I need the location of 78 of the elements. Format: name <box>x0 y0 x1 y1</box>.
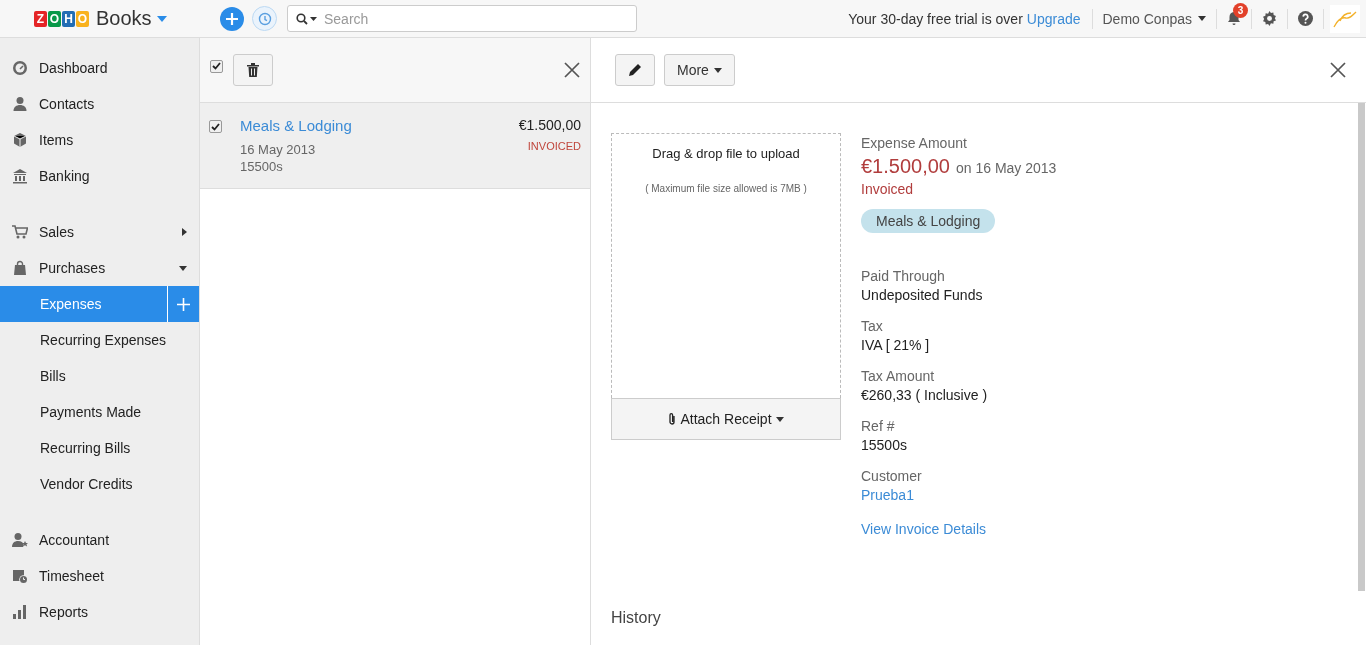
view-invoice-link[interactable]: View Invoice Details <box>861 521 1057 537</box>
pencil-icon <box>628 63 642 77</box>
logo-letter-tile: O <box>48 10 61 27</box>
notification-count-badge: 3 <box>1233 3 1248 18</box>
field-label: Paid Through <box>861 268 946 284</box>
caret-down-icon[interactable] <box>179 265 187 271</box>
field-value: Undeposited Funds <box>861 287 984 303</box>
caret-down-icon <box>713 67 722 73</box>
sidebar-subitem[interactable]: Payments Made <box>0 394 199 430</box>
sidebar-item[interactable]: Items <box>0 122 199 158</box>
logo-letter-tile: Z <box>34 10 47 27</box>
expense-date: on 16 May 2013 <box>956 160 1057 176</box>
search-icon[interactable] <box>296 12 318 25</box>
drop-zone-title: Drag & drop file to upload <box>652 146 800 161</box>
expense-date: 16 May 2013 <box>240 141 317 158</box>
nav-icon <box>12 224 28 240</box>
expense-amount: €1.500,00 <box>518 117 581 133</box>
history-heading: History <box>611 609 662 627</box>
field-label: Ref # <box>861 418 896 434</box>
logo-letter-tile: H <box>62 10 75 27</box>
edit-button[interactable] <box>615 54 655 86</box>
sidebar-item[interactable]: Accountant <box>0 522 199 558</box>
status-label: INVOICED <box>527 140 581 152</box>
field-label: Customer <box>861 468 923 484</box>
row-checkbox[interactable] <box>209 120 222 133</box>
plus-icon <box>177 297 190 311</box>
delete-button[interactable] <box>233 54 273 86</box>
add-button[interactable] <box>220 6 244 31</box>
expense-reference: 15500s <box>240 158 284 175</box>
expense-row[interactable]: Meals & Lodging 16 May 2013 15500s €1.500,00 INVOICED <box>200 103 590 189</box>
field-label: Expense Amount <box>861 135 968 151</box>
sidebar-item[interactable]: Timesheet <box>0 558 199 594</box>
more-button[interactable]: More <box>664 54 735 86</box>
status-label: Invoiced <box>861 181 915 197</box>
sidebar-item[interactable]: Reports <box>0 594 199 630</box>
sidebar-item[interactable]: Contacts <box>0 86 199 122</box>
plus-icon <box>225 11 239 26</box>
sidebar-item[interactable]: Sales <box>0 214 199 250</box>
field-label: Tax <box>861 318 884 334</box>
field-value-link[interactable]: Prueba1 <box>861 487 1057 503</box>
logo-letter-tile: O <box>76 10 89 27</box>
sidebar-subitem[interactable]: Vendor Credits <box>0 466 199 502</box>
close-icon[interactable] <box>564 62 580 78</box>
field-value: €260,33 ( Inclusive ) <box>861 387 989 403</box>
sidebar-item[interactable]: Dashboard <box>0 50 199 86</box>
trial-notice: Your 30-day free trial is over <box>848 10 1023 27</box>
nav-icon <box>12 532 28 548</box>
nav-icon <box>12 168 28 184</box>
file-size-hint: ( Maximum file size allowed is 7MB ) <box>645 183 807 194</box>
organization-menu[interactable]: Demo Conpas <box>1092 10 1216 27</box>
nav-icon <box>12 96 28 112</box>
trash-icon <box>247 63 259 77</box>
expense-amount: €1.500,00 <box>861 155 950 178</box>
category-tag: Meals & Lodging <box>861 209 996 233</box>
caret-down-icon <box>1198 16 1206 21</box>
scrollbar[interactable] <box>1358 103 1365 591</box>
sidebar-subitem[interactable]: Recurring Expenses <box>0 322 199 358</box>
select-all-checkbox[interactable] <box>210 59 223 73</box>
sidebar-item[interactable]: Purchases <box>0 250 199 286</box>
caret-right-icon[interactable] <box>182 228 187 236</box>
search-field[interactable]: Search <box>287 5 637 32</box>
product-name: Books <box>96 7 152 30</box>
field-value: 15500s <box>861 437 908 453</box>
nav-icon <box>12 604 28 620</box>
sidebar-item[interactable]: Banking <box>0 158 199 194</box>
nav-icon <box>12 60 28 76</box>
caret-icon[interactable] <box>156 15 167 22</box>
nav-icon <box>12 132 28 148</box>
sidebar-subitem[interactable]: Bills <box>0 358 199 394</box>
field-label: Tax Amount <box>861 368 936 384</box>
paperclip-icon <box>668 412 677 426</box>
caret-down-icon <box>775 416 784 422</box>
close-icon[interactable] <box>1330 62 1346 78</box>
field-value: IVA [ 21% ] <box>861 337 931 353</box>
attach-receipt-button[interactable]: Attach Receipt <box>611 398 841 440</box>
nav-icon <box>12 260 28 276</box>
nav-icon <box>12 568 28 584</box>
sidebar-subitem[interactable]: Recurring Bills <box>0 430 199 466</box>
